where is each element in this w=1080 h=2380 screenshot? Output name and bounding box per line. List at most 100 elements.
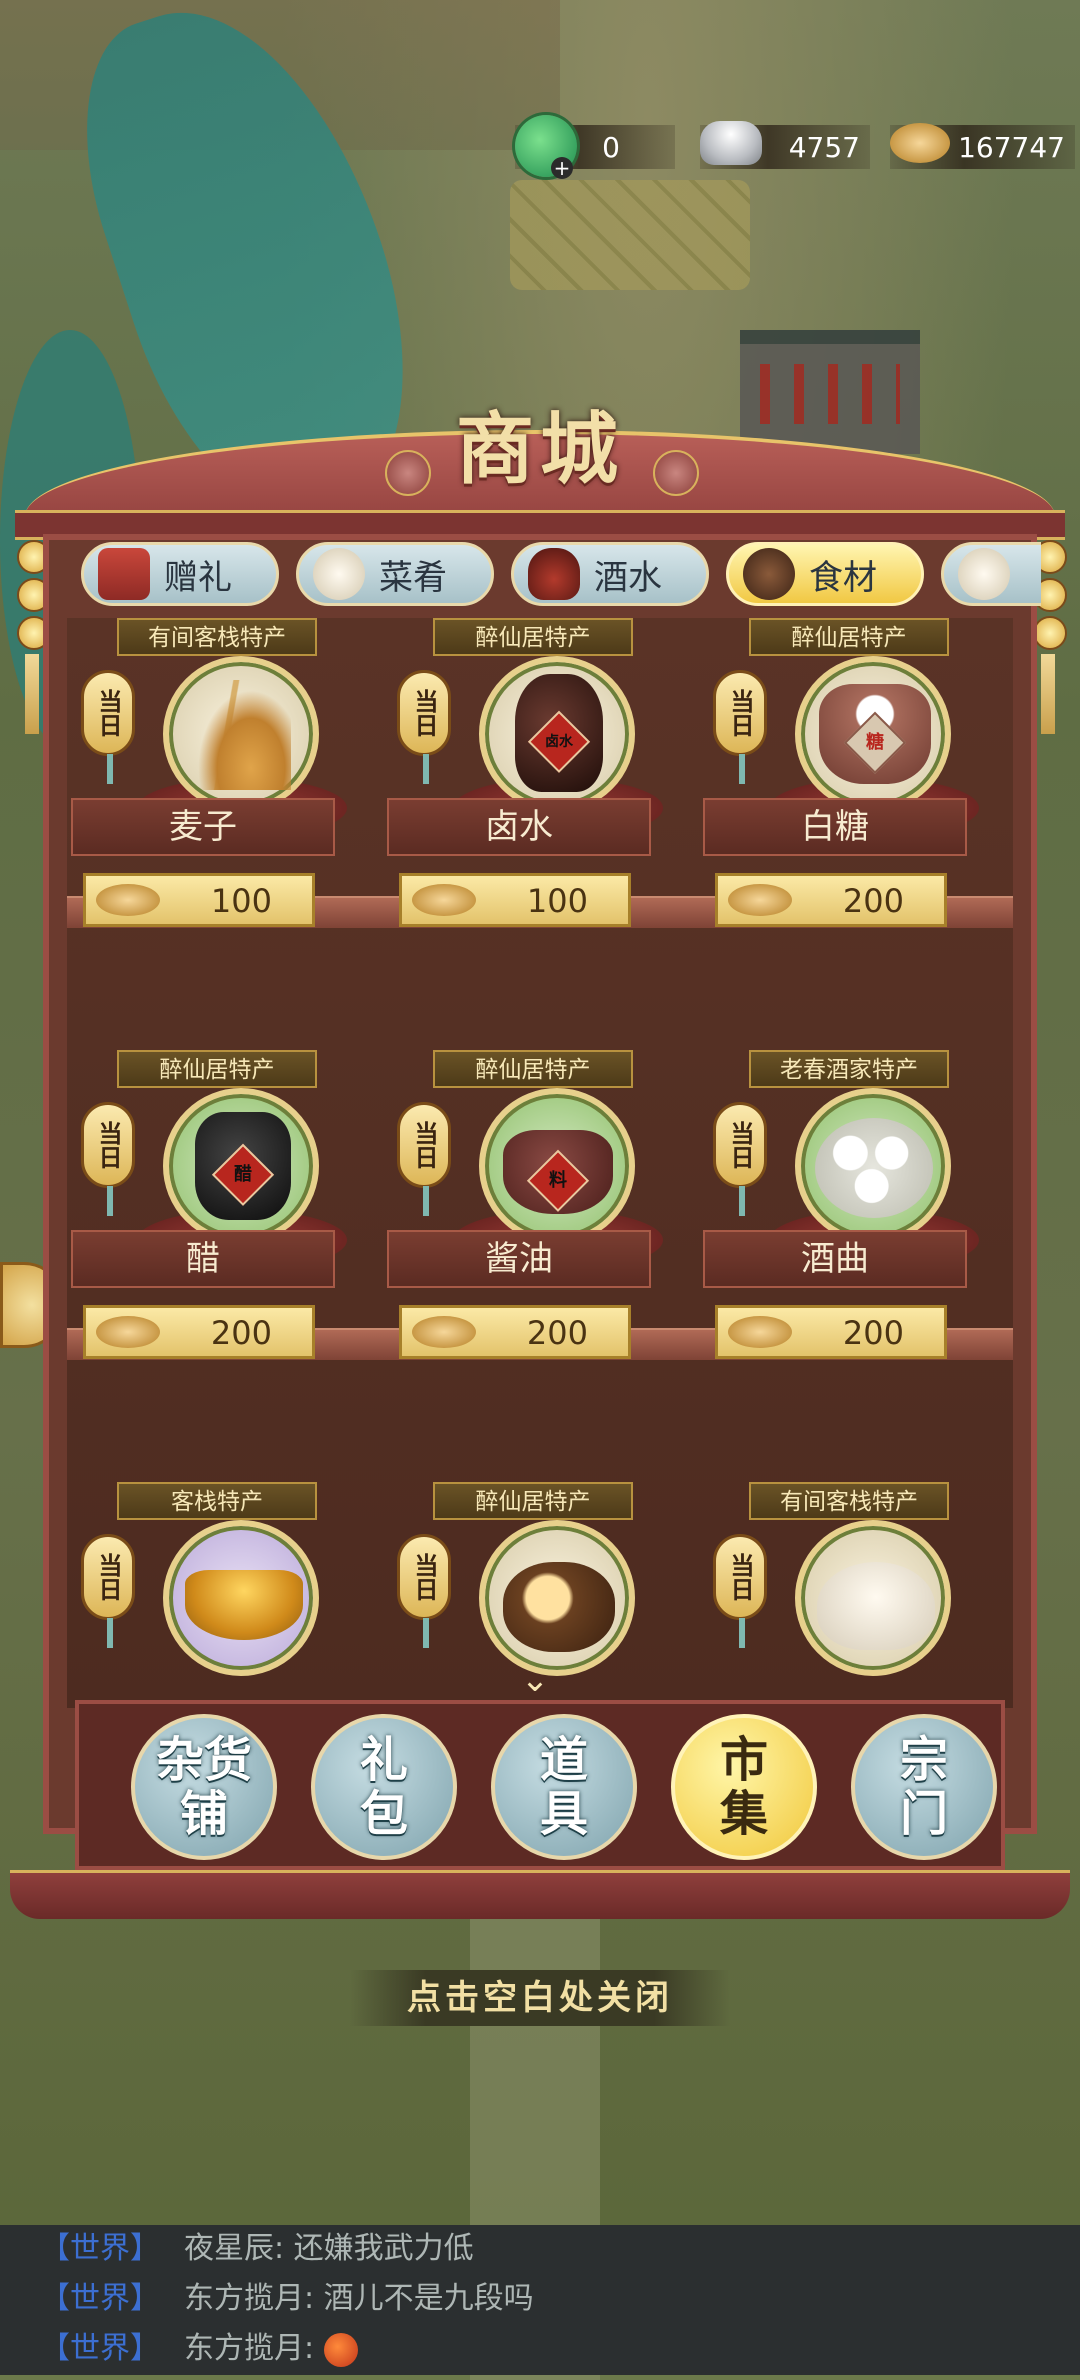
tag-stem [423, 1186, 429, 1216]
origin-banner: 醉仙居特产 [749, 618, 949, 656]
wine-jar-icon [528, 548, 580, 600]
ingredient-icon [743, 548, 795, 600]
tag-stem [423, 754, 429, 784]
product-grid[interactable]: 有间客栈特产 当日 麦子 100 醉仙居特产 当日 卤水 卤水 100 醉仙居特… [67, 618, 1013, 1708]
chat-text: 东方揽月: 酒儿不是九段吗 [184, 2281, 534, 2316]
coin-icon [728, 884, 792, 916]
daily-tag: 当日 [397, 1102, 451, 1188]
tag-stem [107, 1618, 113, 1648]
tab-ingredients[interactable]: 食材 [726, 542, 924, 606]
jade-currency[interactable]: + 0 [515, 115, 675, 179]
daily-tag: 当日 [397, 670, 451, 756]
angry-emoji-icon [324, 2332, 359, 2367]
product-frame [795, 1088, 951, 1244]
yeast-balls-icon [815, 1118, 933, 1218]
more-tab-icon [958, 548, 1010, 600]
coin-icon [412, 1316, 476, 1348]
tab-wine[interactable]: 酒水 [511, 542, 709, 606]
jar-label: 卤水 [545, 733, 573, 750]
product-card-yeast[interactable]: 老春酒家特产 当日 酒曲 200 [699, 1050, 999, 1360]
silver-currency: 4757 [700, 121, 870, 169]
scroll-down-chevron-icon[interactable]: ⌄ [515, 1663, 555, 1697]
price-button[interactable]: 200 [715, 873, 947, 927]
category-market[interactable]: 市集 [671, 1714, 817, 1860]
price-value: 200 [526, 1314, 588, 1352]
tab-label: 菜肴 [379, 557, 447, 598]
product-card-wheat[interactable]: 有间客栈特产 当日 麦子 100 [67, 618, 367, 928]
price-button[interactable]: 200 [715, 1305, 947, 1359]
product-card-vinegar[interactable]: 醉仙居特产 当日 醋 醋 200 [67, 1050, 367, 1360]
coin-amount: 167747 [958, 131, 1065, 164]
price-button[interactable]: 200 [399, 1305, 631, 1359]
brine-jar-icon: 卤水 [515, 674, 603, 792]
chat-message: 【世界】 东方揽月: 酒儿不是九段吗 [40, 2277, 534, 2321]
chat-message: 【世界】 夜星辰: 还嫌我武力低 [40, 2227, 474, 2271]
vinegar-jar-icon: 醋 [195, 1112, 291, 1220]
chat-text: 夜星辰: 还嫌我武力低 [184, 2231, 474, 2266]
shop-category-bar: 杂货铺 礼包 道具 市集 宗门 [75, 1700, 1005, 1870]
product-name: 酱油 [387, 1230, 651, 1288]
category-sect[interactable]: 宗门 [851, 1714, 997, 1860]
daily-tag: 当日 [713, 1102, 767, 1188]
wheat-icon [191, 680, 291, 790]
category-label: 道具 [539, 1732, 588, 1842]
tab-gift[interactable]: 赠礼 [81, 542, 279, 606]
chat-text: 东方揽月: [184, 2331, 315, 2366]
product-card-honey[interactable]: 客栈特产 当日 [67, 1482, 367, 1708]
product-name: 白糖 [703, 798, 967, 856]
tag-stem [739, 1186, 745, 1216]
product-name: 酒曲 [703, 1230, 967, 1288]
silver-amount: 4757 [788, 131, 860, 164]
product-frame [795, 1520, 951, 1676]
sugar-sack-icon: 糖 [819, 684, 931, 784]
product-frame: 糖 [795, 656, 951, 812]
tag-stem [739, 1618, 745, 1648]
product-card-sugar[interactable]: 醉仙居特产 当日 糖 白糖 200 [699, 618, 999, 928]
shop-title: 商城 [455, 404, 624, 495]
category-label: 市集 [719, 1732, 768, 1842]
close-hint[interactable]: 点击空白处关闭 [350, 1970, 730, 2026]
category-label: 杂货铺 [155, 1732, 252, 1842]
price-value: 200 [842, 882, 904, 920]
world-chat[interactable]: 【世界】 夜星辰: 还嫌我武力低 【世界】 东方揽月: 酒儿不是九段吗 【世界】 东方… [0, 2225, 1080, 2375]
gift-icon [98, 548, 150, 600]
category-general-store[interactable]: 杂货铺 [131, 1714, 277, 1860]
jar-label: 料 [549, 1169, 567, 1191]
dish-icon [313, 548, 365, 600]
price-button[interactable]: 200 [83, 1305, 315, 1359]
price-button[interactable]: 100 [83, 873, 315, 927]
shop-panel: 商城 赠礼 菜肴 酒水 食材 有间客栈特产 当日 麦子 100 醉仙居特产 当日… [10, 404, 1070, 1919]
origin-banner: 有间客栈特产 [117, 618, 317, 656]
daily-tag: 当日 [713, 1534, 767, 1620]
sack-label: 糖 [866, 731, 884, 753]
category-tabs: 赠礼 菜肴 酒水 食材 [81, 542, 1041, 612]
product-frame: 料 [479, 1088, 635, 1244]
product-card-dumpling[interactable]: 有间客栈特产 当日 [699, 1482, 999, 1708]
product-card-soy-sauce[interactable]: 醉仙居特产 当日 料 酱油 200 [383, 1050, 683, 1360]
dumpling-icon [817, 1562, 935, 1650]
title-ornament-icon [653, 450, 699, 496]
price-button[interactable]: 100 [399, 873, 631, 927]
honey-bowl-icon [185, 1570, 303, 1640]
origin-banner: 客栈特产 [117, 1482, 317, 1520]
category-label: 礼包 [359, 1732, 408, 1842]
tag-stem [423, 1618, 429, 1648]
add-jade-icon[interactable]: + [551, 157, 573, 179]
tab-more[interactable] [941, 542, 1041, 606]
product-frame [163, 656, 319, 812]
coin-icon [96, 1316, 160, 1348]
product-name: 麦子 [71, 798, 335, 856]
price-value: 100 [526, 882, 588, 920]
category-props[interactable]: 道具 [491, 1714, 637, 1860]
chat-channel: 【世界】 [40, 2281, 160, 2316]
price-value: 200 [842, 1314, 904, 1352]
origin-banner: 有间客栈特产 [749, 1482, 949, 1520]
tab-dishes[interactable]: 菜肴 [296, 542, 494, 606]
product-frame [479, 1520, 635, 1676]
coin-icon [728, 1316, 792, 1348]
price-value: 200 [210, 1314, 272, 1352]
category-gift-pack[interactable]: 礼包 [311, 1714, 457, 1860]
product-card-brine[interactable]: 醉仙居特产 当日 卤水 卤水 100 [383, 618, 683, 928]
price-value: 100 [210, 882, 272, 920]
tab-label: 酒水 [594, 557, 662, 598]
